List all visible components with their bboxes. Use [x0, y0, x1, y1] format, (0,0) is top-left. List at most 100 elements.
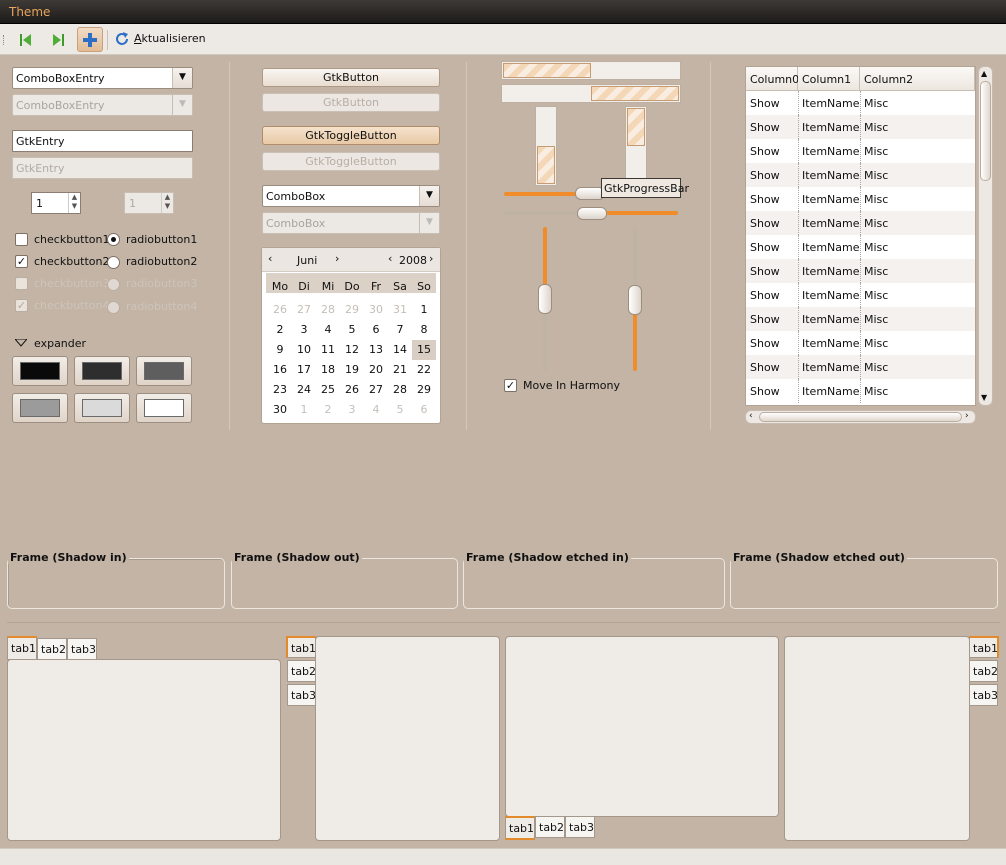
- calendar-day[interactable]: 19: [340, 360, 364, 380]
- calendar-day[interactable]: 1: [412, 300, 436, 320]
- table-row[interactable]: Show ItemName Misc: [746, 115, 975, 139]
- calendar-day[interactable]: 2: [268, 320, 292, 340]
- calendar-day[interactable]: 5: [340, 320, 364, 340]
- table-row[interactable]: Show ItemName Misc: [746, 139, 975, 163]
- notebook-left-tab3[interactable]: tab3: [287, 684, 316, 706]
- calendar-day[interactable]: 25: [316, 380, 340, 400]
- checkbutton1-label[interactable]: checkbutton1: [34, 233, 110, 246]
- next-month-icon[interactable]: ›: [335, 252, 339, 265]
- checkbutton2-label[interactable]: checkbutton2: [34, 255, 110, 268]
- color-swatch-button[interactable]: [74, 356, 130, 386]
- calendar-day[interactable]: 27: [292, 300, 316, 320]
- expander-arrow-icon[interactable]: [15, 339, 27, 347]
- calendar-day[interactable]: 26: [268, 300, 292, 320]
- notebook-bottom-tab3[interactable]: tab3: [565, 816, 595, 838]
- table-row[interactable]: Show ItemName Misc: [746, 163, 975, 187]
- calendar-day[interactable]: 11: [316, 340, 340, 360]
- go-first-button[interactable]: [13, 27, 39, 52]
- notebook-right-tab2[interactable]: tab2: [969, 660, 998, 682]
- table-row[interactable]: Show ItemName Misc: [746, 307, 975, 331]
- calendar-day[interactable]: 18: [316, 360, 340, 380]
- calendar-day[interactable]: 31: [388, 300, 412, 320]
- notebook-right-tab1[interactable]: tab1: [969, 636, 999, 658]
- spin-arrows-icon[interactable]: ▲ ▼: [68, 193, 80, 213]
- calendar-day[interactable]: 30: [364, 300, 388, 320]
- calendar-day[interactable]: 14: [388, 340, 412, 360]
- checkbutton2-box[interactable]: ✓: [15, 255, 28, 268]
- combo-box-entry[interactable]: ComboBoxEntry ▼: [12, 67, 193, 89]
- calendar-day[interactable]: 17: [292, 360, 316, 380]
- color-swatch-button[interactable]: [136, 356, 192, 386]
- radiobutton1-circle[interactable]: [107, 233, 120, 246]
- scrollbar-thumb[interactable]: [980, 81, 991, 181]
- checkbutton1-box[interactable]: [15, 233, 28, 246]
- prev-month-icon[interactable]: ‹: [268, 252, 272, 265]
- calendar-day[interactable]: 7: [388, 320, 412, 340]
- table-row[interactable]: Show ItemName Misc: [746, 91, 975, 115]
- color-swatch-button[interactable]: [74, 393, 130, 423]
- notebook-bottom-tab2[interactable]: tab2: [535, 816, 565, 838]
- calendar-day[interactable]: 6: [364, 320, 388, 340]
- next-year-icon[interactable]: ›: [429, 252, 433, 265]
- calendar-day[interactable]: 3: [292, 320, 316, 340]
- table-row[interactable]: Show ItemName Misc: [746, 331, 975, 355]
- calendar[interactable]: ‹ Juni › ‹ 2008 › Mo Di Mi Do Fr Sa So 26 27 28 2…: [261, 247, 441, 424]
- calendar-day[interactable]: 27: [364, 380, 388, 400]
- chevron-down-icon[interactable]: ▼: [419, 186, 439, 206]
- notebook-top-tab3[interactable]: tab3: [67, 638, 97, 660]
- calendar-day[interactable]: 5: [388, 400, 412, 420]
- add-button[interactable]: [77, 27, 103, 52]
- calendar-day[interactable]: 10: [292, 340, 316, 360]
- move-in-harmony-check[interactable]: ✓: [504, 379, 517, 392]
- gtk-button[interactable]: GtkButton: [262, 68, 440, 87]
- calendar-day[interactable]: 4: [364, 400, 388, 420]
- gtk-toggle-button[interactable]: GtkToggleButton: [262, 126, 440, 145]
- color-swatch-button[interactable]: [136, 393, 192, 423]
- hscale-2-slider[interactable]: [577, 207, 607, 220]
- notebook-left-tab1[interactable]: tab1: [286, 636, 316, 658]
- table-row[interactable]: Show ItemName Misc: [746, 235, 975, 259]
- scrollbar-thumb[interactable]: [759, 412, 962, 422]
- radiobutton2-label[interactable]: radiobutton2: [126, 255, 197, 268]
- calendar-day[interactable]: 21: [388, 360, 412, 380]
- table-row[interactable]: Show ItemName Misc: [746, 379, 975, 403]
- calendar-day[interactable]: 29: [412, 380, 436, 400]
- calendar-day[interactable]: 2: [316, 400, 340, 420]
- radiobutton1-label[interactable]: radiobutton1: [126, 233, 197, 246]
- scroll-right-icon[interactable]: ›: [965, 411, 969, 421]
- calendar-day[interactable]: 30: [268, 400, 292, 420]
- calendar-day[interactable]: 24: [292, 380, 316, 400]
- tree-vertical-scrollbar[interactable]: ▲ ▼: [978, 66, 993, 406]
- radiobutton2-circle[interactable]: [107, 256, 120, 269]
- calendar-day[interactable]: 3: [340, 400, 364, 420]
- spin-button[interactable]: 1 ▲ ▼: [31, 192, 81, 214]
- combo-box[interactable]: ComboBox ▼: [262, 185, 440, 207]
- table-row[interactable]: Show ItemName Misc: [746, 259, 975, 283]
- calendar-day[interactable]: 12: [340, 340, 364, 360]
- calendar-day[interactable]: 13: [364, 340, 388, 360]
- table-row[interactable]: Show ItemName Misc: [746, 211, 975, 235]
- calendar-day[interactable]: 22: [412, 360, 436, 380]
- color-swatch-button[interactable]: [12, 393, 68, 423]
- calendar-day[interactable]: 20: [364, 360, 388, 380]
- scroll-up-icon[interactable]: ▲: [981, 69, 987, 78]
- vscale-1-slider[interactable]: [538, 284, 552, 314]
- calendar-day[interactable]: 15: [412, 340, 436, 360]
- table-row[interactable]: Show ItemName Misc: [746, 283, 975, 307]
- expander-label[interactable]: expander: [34, 337, 86, 350]
- calendar-day[interactable]: 16: [268, 360, 292, 380]
- notebook-bottom-tab1[interactable]: tab1: [505, 816, 535, 840]
- scroll-down-icon[interactable]: ▼: [981, 393, 987, 402]
- calendar-day[interactable]: 4: [316, 320, 340, 340]
- notebook-right-tab3[interactable]: tab3: [969, 684, 998, 706]
- text-entry[interactable]: GtkEntry: [12, 130, 193, 152]
- calendar-day[interactable]: 29: [340, 300, 364, 320]
- chevron-down-icon[interactable]: ▼: [172, 68, 192, 88]
- calendar-day[interactable]: 8: [412, 320, 436, 340]
- table-row[interactable]: Show ItemName Misc: [746, 187, 975, 211]
- calendar-day[interactable]: 28: [388, 380, 412, 400]
- calendar-day[interactable]: 1: [292, 400, 316, 420]
- hscale-2-trough[interactable]: [504, 211, 584, 215]
- scroll-left-icon[interactable]: ‹: [749, 411, 753, 421]
- go-last-button[interactable]: [45, 27, 71, 52]
